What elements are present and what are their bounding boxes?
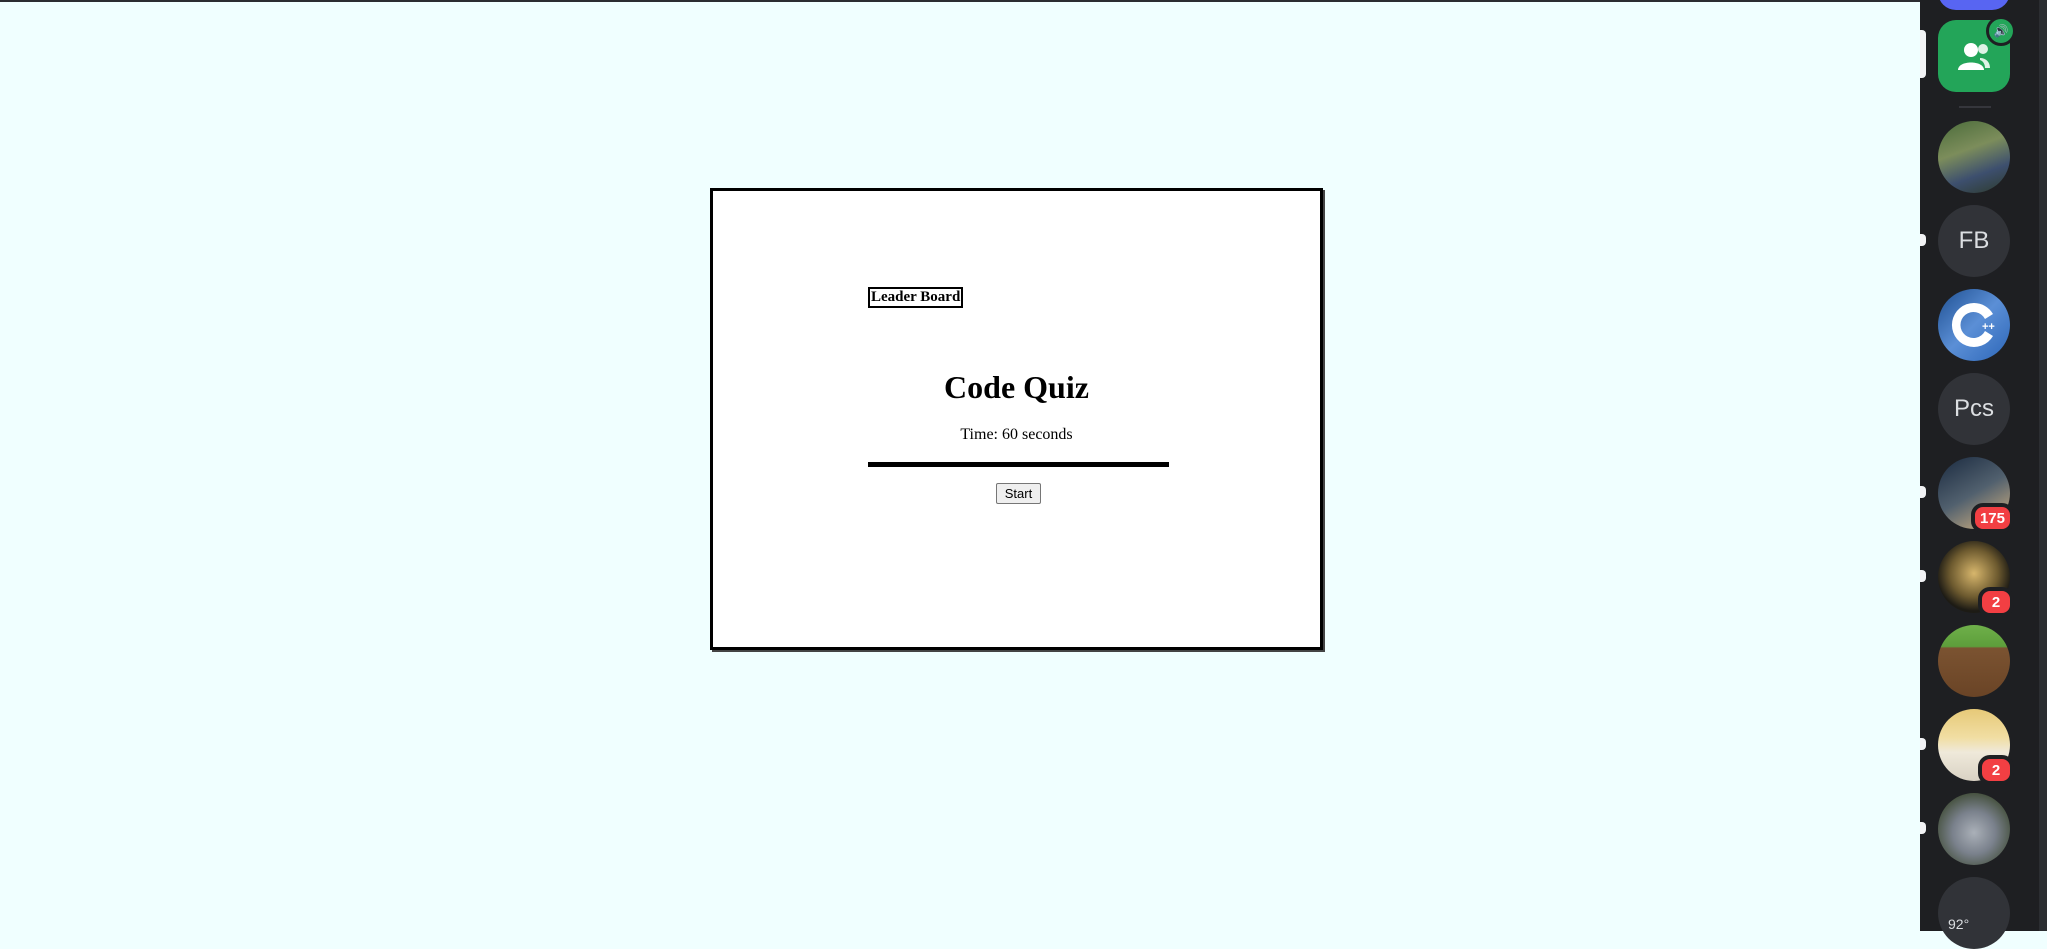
- weather-temperature: 92°: [1948, 916, 1970, 932]
- mention-badge: 2: [1978, 587, 2014, 617]
- leaderboard-button[interactable]: Leader Board: [868, 287, 964, 308]
- server-label-fb: FB: [1958, 227, 1990, 254]
- unread-indicator: [1920, 486, 1926, 498]
- server-icon-image-6[interactable]: [1938, 793, 2010, 865]
- active-server-indicator: [1920, 30, 1926, 78]
- server-icon-cpp[interactable]: ++: [1938, 289, 2010, 361]
- server-icon-image-3[interactable]: 2: [1938, 541, 2014, 617]
- start-button[interactable]: Start: [996, 483, 1041, 504]
- svg-text:++: ++: [1982, 321, 1995, 333]
- server-icon-image-4[interactable]: [1938, 625, 2010, 697]
- time-progress-bar: [868, 462, 1169, 467]
- voice-server-icon[interactable]: 🔊: [1938, 16, 2016, 92]
- mention-badge: 2: [1978, 755, 2014, 785]
- unread-indicator: [1920, 234, 1926, 246]
- unread-indicator: [1920, 822, 1926, 834]
- server-label-pcs: Pcs: [1953, 395, 1994, 422]
- server-separator: [1959, 106, 1991, 108]
- server-icon-partial-bottom[interactable]: [1938, 877, 2010, 949]
- quiz-title: Code Quiz: [944, 369, 1089, 405]
- speaker-icon: 🔊: [1986, 16, 2016, 46]
- unread-indicator: [1920, 738, 1926, 750]
- timer-text: Time: 60 seconds: [960, 426, 1073, 443]
- mention-badge: 175: [1970, 503, 2014, 533]
- server-icon-image-5[interactable]: 2: [1938, 709, 2014, 785]
- users-icon: [1958, 43, 1990, 70]
- window-top-border: [0, 0, 1920, 2]
- cpp-logo-icon: ++: [1951, 302, 1995, 347]
- server-icon-fb[interactable]: FB: [1938, 205, 2010, 277]
- quiz-container: Leader Board Code Quiz Time: 60 seconds …: [710, 188, 1323, 650]
- server-icon-image-2[interactable]: 175: [1938, 457, 2014, 533]
- channel-panel-edge: [2039, 0, 2047, 931]
- server-icon-partial[interactable]: [1938, 0, 2010, 10]
- unread-indicator: [1920, 570, 1926, 582]
- server-icon-pcs[interactable]: Pcs: [1938, 373, 2010, 445]
- time-progress-fill: [868, 462, 1169, 467]
- server-icon-image-1[interactable]: [1938, 121, 2010, 193]
